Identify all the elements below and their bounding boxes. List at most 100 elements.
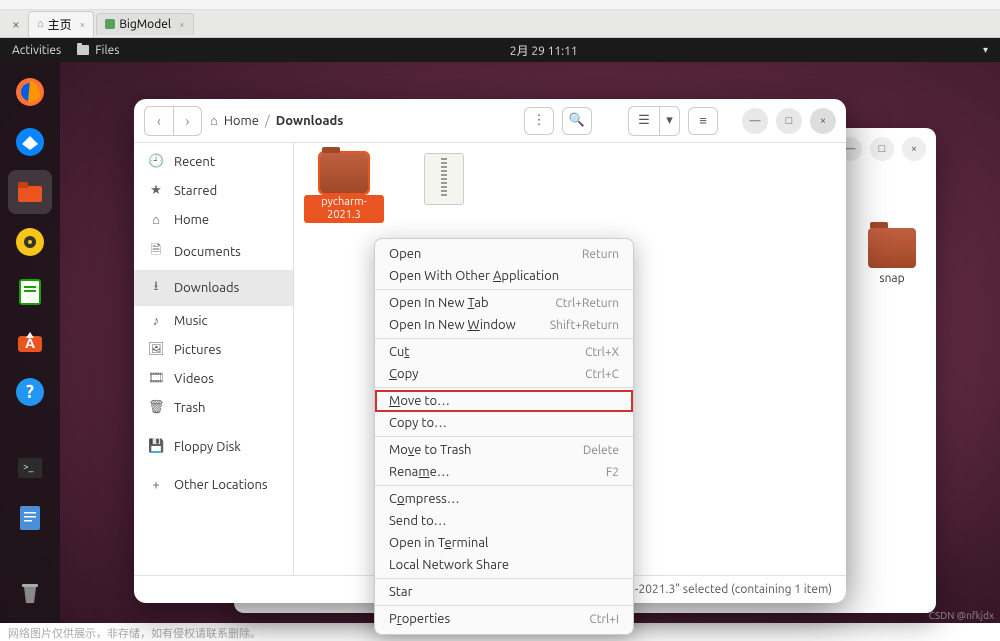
menu-item[interactable]: Copy to… [375,412,633,434]
menu-label: Open In New Window [389,318,516,332]
sidebar-item-videos[interactable]: 🎞Videos [134,364,293,393]
sidebar-item-music[interactable]: ♪Music [134,306,293,335]
file-item-archive[interactable] [404,153,484,205]
menu-label: Local Network Share [389,558,509,572]
view-switcher: ☰ ▾ [628,106,680,136]
menu-item[interactable]: Move to… [375,390,633,412]
dock-text-editor[interactable] [8,496,52,540]
dock-terminal[interactable]: >_ [8,446,52,490]
sidebar-item-recent[interactable]: 🕘Recent [134,147,293,176]
menu-shortcut: Ctrl+X [585,346,619,359]
menu-label: Open With Other Application [389,269,559,283]
menu-item[interactable]: Move to TrashDelete [375,439,633,461]
clock[interactable]: 2月 29 11:11 [119,42,968,59]
sidebar: 🕘Recent★Starred⌂Home🗎Documents⭳Downloads… [134,143,294,575]
sidebar-icon: ⌂ [148,212,164,227]
square-icon [105,19,115,29]
view-dropdown-button[interactable]: ▾ [659,107,679,135]
breadcrumb-current[interactable]: Downloads [276,114,344,128]
dock: A ? >_ [0,62,60,623]
dock-trash[interactable] [8,571,52,615]
minimize-button[interactable]: — [742,108,768,134]
menu-item[interactable]: CopyCtrl+C [375,363,633,385]
menu-item[interactable]: Open With Other Application [375,265,633,287]
menu-label: Copy to… [389,416,447,430]
dock-firefox[interactable] [8,70,52,114]
files-menu[interactable]: Files [77,44,119,57]
home-icon[interactable]: ⌂ [210,113,218,128]
list-view-button[interactable]: ☰ [629,107,659,135]
breadcrumb-home[interactable]: Home [224,114,259,128]
svg-text:?: ? [26,382,34,402]
sidebar-label: Floppy Disk [174,440,241,454]
sidebar-label: Trash [174,401,205,415]
sidebar-item-downloads[interactable]: ⭳Downloads [134,270,293,306]
sidebar-item-floppy-disk[interactable]: 💾 Floppy Disk [134,432,293,461]
menu-shortcut: Ctrl+C [585,368,619,381]
back-button[interactable]: ‹ [145,107,173,135]
close-button[interactable]: × [902,137,926,161]
menu-item[interactable]: Local Network Share [375,554,633,576]
dock-files[interactable] [8,170,52,214]
close-button[interactable]: × [810,108,836,134]
sidebar-label: Music [174,314,208,328]
menu-label: Move to… [389,394,450,408]
home-icon: ⌂ [37,18,44,30]
sidebar-icon: 💾 [148,439,164,454]
sidebar-label: Downloads [174,281,239,295]
sidebar-item-starred[interactable]: ★Starred [134,176,293,205]
sidebar-label: Other Locations [174,478,268,492]
menu-item[interactable]: Cut Ctrl+X [375,341,633,363]
menu-button[interactable]: ⋮ [524,107,554,135]
browser-tab-strip: × ⌂ 主页 × BigModel × [0,10,1000,38]
close-tab-icon[interactable]: × [179,19,185,30]
menu-shortcut: Return [582,248,619,261]
menu-item[interactable]: OpenReturn [375,243,633,265]
folder-icon [320,153,368,193]
svg-text:>_: >_ [23,461,34,472]
maximize-button[interactable]: □ [870,137,894,161]
dock-libreoffice[interactable] [8,270,52,314]
sidebar-icon: 🗎 [148,241,164,263]
dock-help[interactable]: ? [8,370,52,414]
sidebar-item-documents[interactable]: 🗎Documents [134,234,293,270]
close-tab-icon[interactable]: × [80,19,86,30]
menu-item[interactable]: Open In New Window Shift+Return [375,314,633,336]
search-button[interactable]: 🔍 [562,107,592,135]
menu-item[interactable]: Send to… [375,510,633,532]
menu-shortcut: Shift+Return [550,319,619,332]
dock-rhythmbox[interactable] [8,220,52,264]
bg-file-item[interactable]: snap [868,228,916,285]
file-item-pycharm[interactable]: pycharm-2021.3 [304,153,384,223]
ubuntu-top-bar: Activities Files 2月 29 11:11 ▾ [0,38,1000,62]
dock-software[interactable]: A [8,320,52,364]
maximize-button[interactable]: □ [776,108,802,134]
menu-item[interactable]: PropertiesCtrl+I [375,608,633,630]
close-icon[interactable]: × [4,16,28,32]
sidebar-item-trash[interactable]: 🗑Trash [134,393,293,422]
watermark: CSDN @nfkjdx [929,610,994,621]
menu-label: Send to… [389,514,447,528]
sidebar-icon: 🕘 [148,154,164,169]
forward-button[interactable]: › [173,107,201,135]
sidebar-icon: 🎞 [148,371,164,386]
sidebar-icon: 🖼 [148,342,164,357]
tab-bigmodel[interactable]: BigModel × [96,13,193,35]
menu-item[interactable]: Open In New TabCtrl+Return [375,292,633,314]
dock-thunderbird[interactable] [8,120,52,164]
menu-item[interactable]: Star [375,581,633,603]
file-label: pycharm-2021.3 [304,195,384,223]
file-label: snap [879,272,904,285]
menu-item[interactable]: Rename…F2 [375,461,633,483]
sidebar-item-pictures[interactable]: 🖼Pictures [134,335,293,364]
tab-home[interactable]: ⌂ 主页 × [28,11,94,37]
activities-button[interactable]: Activities [12,44,61,57]
menu-item[interactable]: Compress… [375,488,633,510]
menu-item[interactable]: Open in Terminal [375,532,633,554]
menu-shortcut: F2 [606,466,619,479]
menu-label: Cut [389,345,409,359]
sidebar-item-other-locations[interactable]: +Other Locations [134,471,293,499]
sidebar-item-home[interactable]: ⌂Home [134,205,293,234]
system-menu-icon[interactable]: ▾ [968,44,988,56]
hamburger-button[interactable]: ≡ [688,107,718,135]
